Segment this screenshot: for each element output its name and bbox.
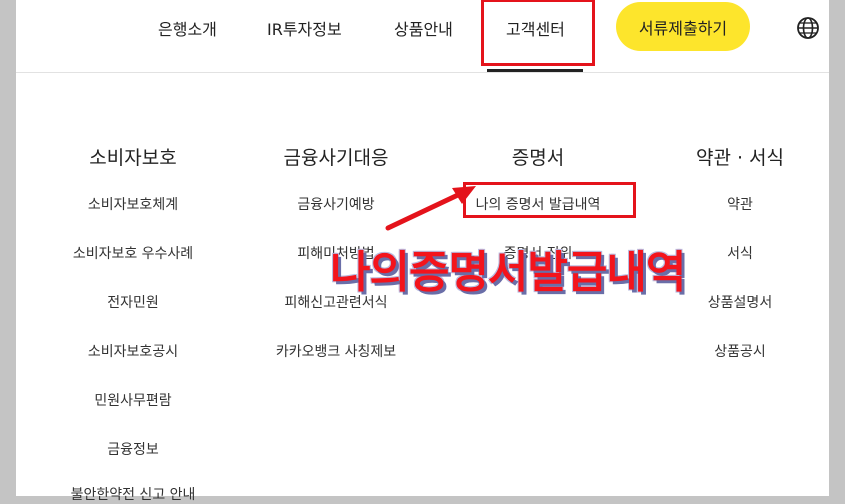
arrow-annotation-icon: [385, 186, 476, 231]
link-complaint-manual[interactable]: 민원사무편람: [94, 390, 171, 410]
column-title-fraud-response: 금융사기대응: [283, 147, 389, 169]
highlight-box-customer-center: [481, 0, 595, 66]
link-e-complaint[interactable]: 전자민원: [107, 292, 159, 312]
active-nav-underline: [487, 69, 583, 72]
link-product-description[interactable]: 상품설명서: [708, 292, 772, 312]
column-title-certificate: 증명서: [511, 147, 565, 169]
nav-item-bank-intro[interactable]: 은행소개: [158, 16, 217, 40]
column-title-terms-forms: 약관 · 서식: [695, 147, 785, 169]
submit-documents-button[interactable]: 서류제출하기: [616, 2, 750, 51]
link-product-disclosure[interactable]: 상품공시: [714, 341, 766, 361]
link-protection-disclosure[interactable]: 소비자보호공시: [88, 341, 178, 361]
link-impersonation-report[interactable]: 카카오뱅크 사칭제보: [276, 341, 396, 361]
link-terms[interactable]: 약관: [727, 194, 753, 214]
column-title-consumer-protection: 소비자보호: [89, 147, 177, 169]
globe-icon[interactable]: [796, 16, 820, 40]
link-consumer-protection-system[interactable]: 소비자보호체계: [88, 194, 178, 214]
annotation-label: 나의증명서발급내역: [330, 247, 686, 298]
link-report-guide[interactable]: 불안한약전 신고 안내: [71, 484, 196, 504]
nav-item-products[interactable]: 상품안내: [394, 16, 453, 40]
nav-item-ir[interactable]: IR투자정보: [267, 16, 342, 40]
link-financial-info[interactable]: 금융정보: [107, 439, 159, 459]
link-best-cases[interactable]: 소비자보호 우수사례: [73, 243, 193, 263]
link-fraud-prevention[interactable]: 금융사기예방: [297, 194, 374, 214]
link-forms[interactable]: 서식: [727, 243, 753, 263]
